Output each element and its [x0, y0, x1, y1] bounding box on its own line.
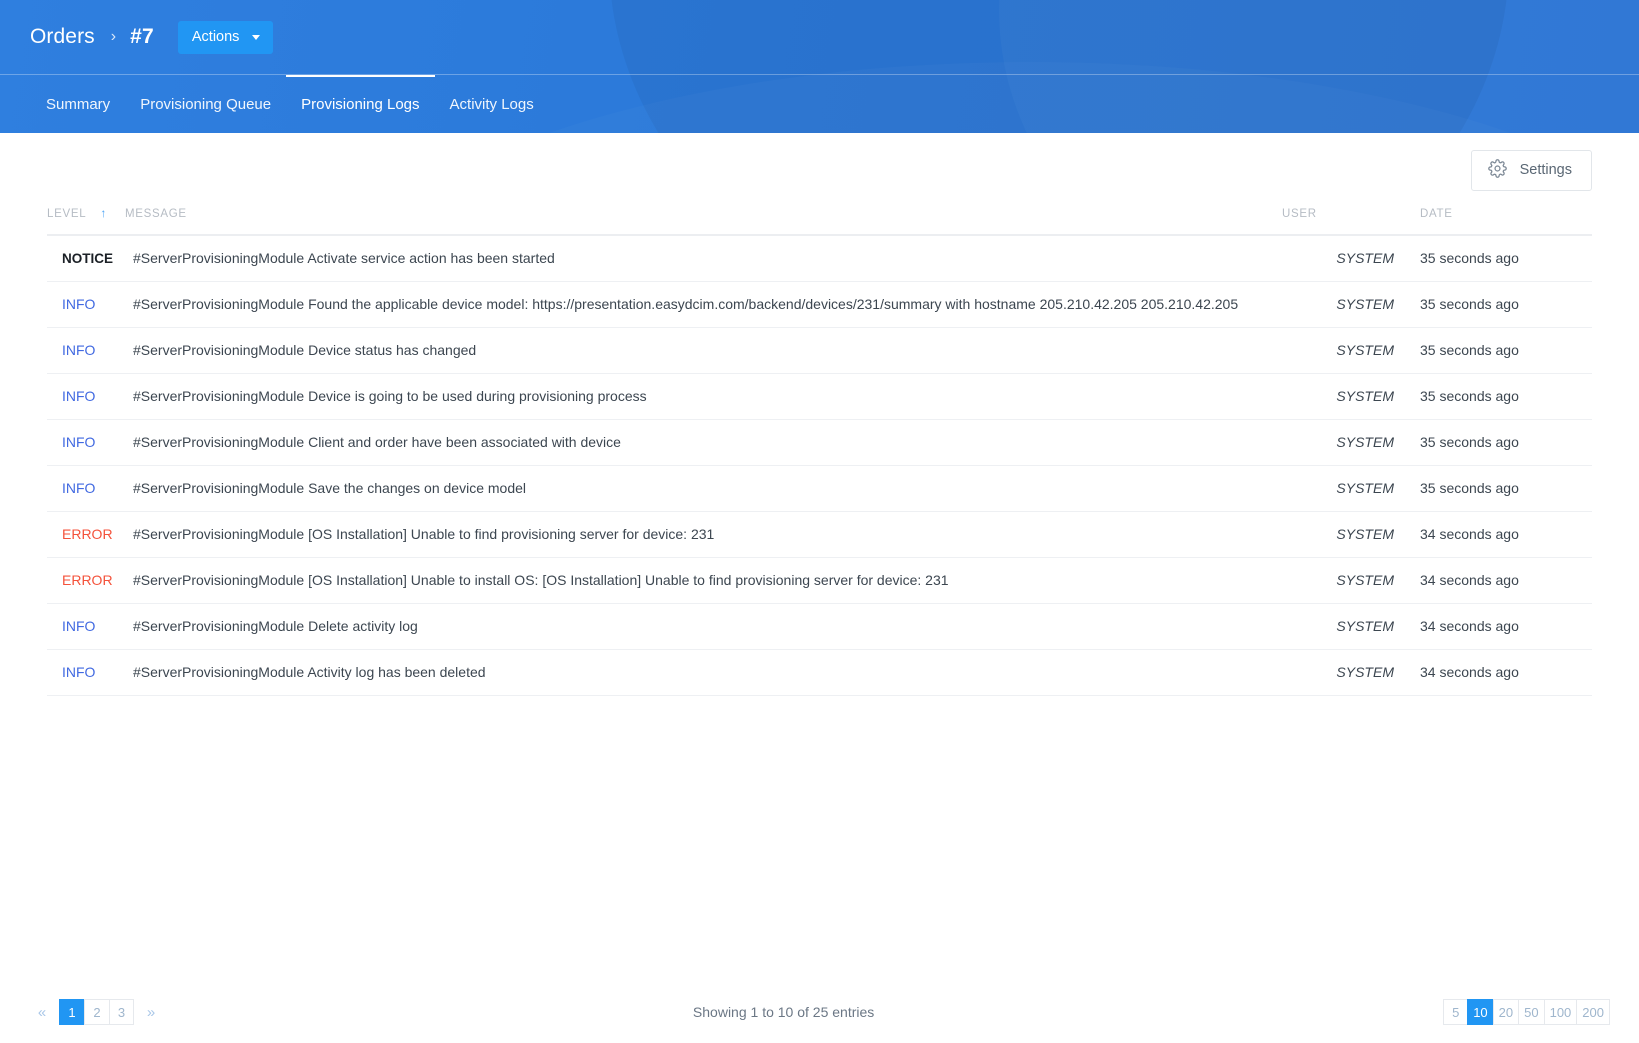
tab-label: Activity Logs — [449, 95, 534, 113]
tab-label: Provisioning Logs — [301, 95, 420, 113]
breadcrumb: Orders › #7 Actions — [0, 0, 1639, 74]
cell-message: #ServerProvisioningModule Device status … — [125, 327, 1282, 374]
cell-date: 35 seconds ago — [1420, 327, 1592, 374]
column-header-message[interactable]: MESSAGE — [125, 207, 1282, 236]
cell-level: INFO — [47, 603, 125, 650]
main-content: Settings LEVEL ↑ MESSAGE USER DATE NOTIC… — [0, 133, 1639, 1043]
settings-button[interactable]: Settings — [1470, 149, 1592, 191]
table-row[interactable]: INFO #ServerProvisioningModule Delete ac… — [47, 603, 1592, 650]
cell-level: INFO — [47, 649, 125, 696]
table-row[interactable]: INFO #ServerProvisioningModule Device is… — [47, 373, 1592, 420]
cell-level: ERROR — [47, 511, 125, 558]
column-header-label: DATE — [1420, 208, 1453, 220]
tab-summary[interactable]: Summary — [31, 75, 125, 133]
breadcrumb-current: #7 — [130, 25, 154, 48]
page-size-100[interactable]: 100 — [1543, 999, 1577, 1025]
cell-message: #ServerProvisioningModule Found the appl… — [125, 281, 1282, 328]
cell-date: 34 seconds ago — [1420, 557, 1592, 604]
tab-provisioning-logs[interactable]: Provisioning Logs — [286, 75, 435, 133]
cell-date: 34 seconds ago — [1420, 511, 1592, 558]
cell-user: SYSTEM — [1282, 235, 1420, 282]
table-row[interactable]: INFO #ServerProvisioningModule Activity … — [47, 649, 1592, 696]
breadcrumb-root-link[interactable]: Orders — [30, 25, 95, 49]
cell-user: SYSTEM — [1282, 419, 1420, 466]
table-row[interactable]: ERROR #ServerProvisioningModule [OS Inst… — [47, 557, 1592, 604]
pagination-prev-button[interactable]: « — [29, 999, 55, 1025]
cell-user: SYSTEM — [1282, 603, 1420, 650]
table-row[interactable]: INFO #ServerProvisioningModule Device st… — [47, 327, 1592, 374]
column-header-user[interactable]: USER — [1282, 207, 1420, 236]
cell-message: #ServerProvisioningModule Save the chang… — [125, 465, 1282, 512]
cell-level: INFO — [47, 327, 125, 374]
cell-message: #ServerProvisioningModule Device is goin… — [125, 373, 1282, 420]
cell-date: 35 seconds ago — [1420, 235, 1592, 282]
cell-user: SYSTEM — [1282, 511, 1420, 558]
column-header-label: USER — [1282, 208, 1317, 220]
tab-provisioning-queue[interactable]: Provisioning Queue — [125, 75, 286, 133]
pagination-pages: 1 2 3 — [59, 999, 134, 1025]
cell-user: SYSTEM — [1282, 373, 1420, 420]
cell-date: 35 seconds ago — [1420, 465, 1592, 512]
actions-button[interactable]: Actions — [177, 20, 274, 54]
gear-icon — [1487, 158, 1507, 182]
table-header: LEVEL ↑ MESSAGE USER DATE — [47, 206, 1592, 236]
cell-level: INFO — [47, 373, 125, 420]
pagination-status-text: Showing 1 to 10 of 25 entries — [692, 1004, 875, 1020]
page-size-200[interactable]: 200 — [1576, 999, 1610, 1025]
cell-date: 34 seconds ago — [1420, 649, 1592, 696]
cell-message: #ServerProvisioningModule Client and ord… — [125, 419, 1282, 466]
tab-bar: Summary Provisioning Queue Provisioning … — [0, 75, 1639, 133]
breadcrumb-separator-icon: › — [110, 28, 117, 45]
cell-user: SYSTEM — [1282, 557, 1420, 604]
provisioning-logs-table: LEVEL ↑ MESSAGE USER DATE NOTICE #ServerP… — [47, 207, 1592, 696]
cell-date: 34 seconds ago — [1420, 603, 1592, 650]
page-size-50[interactable]: 50 — [1518, 999, 1544, 1025]
table-footer: « 1 2 3 » Showing 1 to 10 of 25 entries … — [0, 989, 1639, 1035]
pagination-page-1[interactable]: 1 — [59, 999, 84, 1025]
chevron-down-icon — [252, 34, 261, 40]
cell-user: SYSTEM — [1282, 649, 1420, 696]
page-size-20[interactable]: 20 — [1492, 999, 1519, 1025]
cell-message: #ServerProvisioningModule [OS Installati… — [125, 557, 1282, 604]
pagination-page-2[interactable]: 2 — [84, 999, 109, 1025]
cell-date: 35 seconds ago — [1420, 373, 1592, 420]
cell-user: SYSTEM — [1282, 281, 1420, 328]
cell-user: SYSTEM — [1282, 327, 1420, 374]
column-header-date[interactable]: DATE — [1420, 207, 1592, 236]
cell-date: 35 seconds ago — [1420, 419, 1592, 466]
tab-label: Provisioning Queue — [140, 95, 272, 113]
cell-date: 35 seconds ago — [1420, 281, 1592, 328]
table-row[interactable]: NOTICE #ServerProvisioningModule Activat… — [47, 235, 1592, 282]
page-size-10[interactable]: 10 — [1467, 999, 1493, 1025]
settings-button-label: Settings — [1519, 162, 1572, 178]
tab-label: Summary — [46, 95, 111, 113]
cell-level: INFO — [47, 419, 125, 466]
table-row[interactable]: ERROR #ServerProvisioningModule [OS Inst… — [47, 511, 1592, 558]
cell-level: INFO — [47, 465, 125, 512]
cell-level: ERROR — [47, 557, 125, 604]
table-row[interactable]: INFO #ServerProvisioningModule Found the… — [47, 281, 1592, 328]
page-size-5[interactable]: 5 — [1443, 999, 1468, 1025]
cell-level: INFO — [47, 281, 125, 328]
cell-level: NOTICE — [47, 235, 125, 282]
column-header-level[interactable]: LEVEL ↑ — [47, 206, 125, 236]
cell-message: #ServerProvisioningModule Delete activit… — [125, 603, 1282, 650]
app-header: Orders › #7 Actions Summary Provisioning… — [0, 0, 1639, 133]
actions-button-label: Actions — [191, 29, 240, 45]
table-header-row: LEVEL ↑ MESSAGE USER DATE — [47, 206, 1592, 236]
column-header-label: LEVEL — [47, 208, 87, 220]
page-size-selector: 5 10 20 50 100 200 — [1443, 999, 1610, 1025]
table-row[interactable]: INFO #ServerProvisioningModule Client an… — [47, 419, 1592, 466]
table-toolbar: Settings — [47, 133, 1592, 207]
column-header-label: MESSAGE — [125, 208, 187, 220]
cell-user: SYSTEM — [1282, 465, 1420, 512]
table-body: NOTICE #ServerProvisioningModule Activat… — [47, 235, 1592, 696]
sort-ascending-icon: ↑ — [100, 206, 108, 220]
table-row[interactable]: INFO #ServerProvisioningModule Save the … — [47, 465, 1592, 512]
cell-message: #ServerProvisioningModule [OS Installati… — [125, 511, 1282, 558]
tab-activity-logs[interactable]: Activity Logs — [435, 75, 549, 133]
cell-message: #ServerProvisioningModule Activate servi… — [125, 235, 1282, 282]
cell-message: #ServerProvisioningModule Activity log h… — [125, 649, 1282, 696]
